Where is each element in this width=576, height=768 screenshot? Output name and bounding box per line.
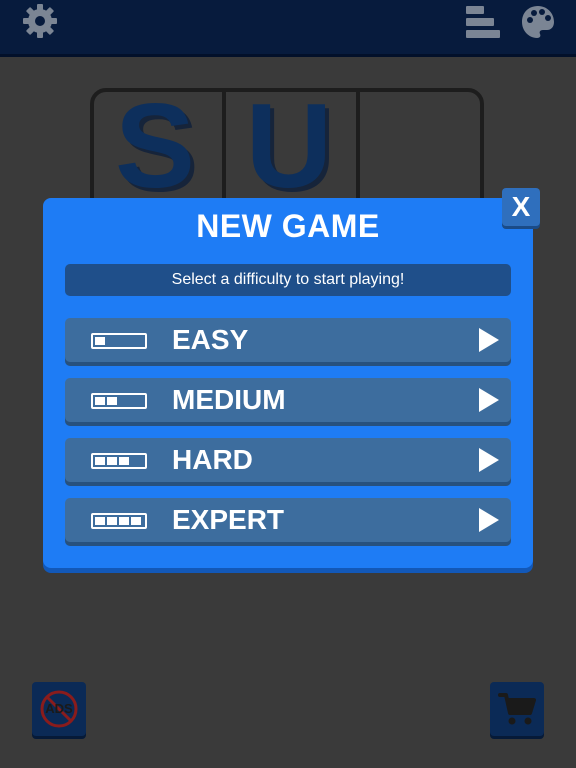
shop-button[interactable] bbox=[490, 682, 544, 736]
modal-title: NEW GAME bbox=[196, 208, 380, 244]
difficulty-medium-button[interactable]: MEDIUM bbox=[65, 378, 511, 422]
meter-cell bbox=[107, 457, 117, 465]
palette-icon[interactable] bbox=[520, 4, 556, 40]
bars-icon[interactable] bbox=[466, 6, 500, 38]
difficulty-meter-icon bbox=[91, 393, 147, 409]
difficulty-label: EXPERT bbox=[172, 504, 285, 535]
difficulty-label: MEDIUM bbox=[172, 384, 286, 415]
cart-icon bbox=[498, 693, 536, 725]
difficulty-meter-icon bbox=[91, 513, 147, 529]
no-ads-button[interactable]: ADS bbox=[32, 682, 86, 736]
meter-cell bbox=[107, 517, 117, 525]
difficulty-expert-button[interactable]: EXPERT bbox=[65, 498, 511, 542]
no-ads-label: ADS bbox=[45, 701, 73, 716]
top-bar bbox=[0, 0, 576, 57]
difficulty-label: HARD bbox=[172, 444, 253, 475]
meter-cell bbox=[95, 457, 105, 465]
difficulty-label: EASY bbox=[172, 324, 249, 355]
meter-cell bbox=[95, 517, 105, 525]
logo-letter-u: U bbox=[245, 79, 333, 213]
play-arrow-icon bbox=[479, 328, 499, 352]
play-arrow-icon bbox=[479, 448, 499, 472]
difficulty-meter-icon bbox=[91, 333, 147, 349]
logo-letter-s: S bbox=[114, 79, 196, 213]
difficulty-hard-button[interactable]: HARD bbox=[65, 438, 511, 482]
modal-subtitle: Select a difficulty to start playing! bbox=[65, 264, 511, 296]
close-button[interactable]: X bbox=[502, 188, 540, 226]
meter-cell bbox=[131, 517, 141, 525]
gear-icon[interactable] bbox=[22, 3, 58, 39]
logo-divider bbox=[356, 92, 360, 204]
meter-cell bbox=[95, 397, 105, 405]
meter-cell bbox=[119, 457, 129, 465]
meter-cell bbox=[107, 397, 117, 405]
difficulty-meter-icon bbox=[91, 453, 147, 469]
difficulty-easy-button[interactable]: EASY bbox=[65, 318, 511, 362]
new-game-modal: NEW GAME Select a difficulty to start pl… bbox=[43, 198, 533, 568]
play-arrow-icon bbox=[479, 388, 499, 412]
play-arrow-icon bbox=[479, 508, 499, 532]
meter-cell bbox=[119, 517, 129, 525]
meter-cell bbox=[95, 337, 105, 345]
